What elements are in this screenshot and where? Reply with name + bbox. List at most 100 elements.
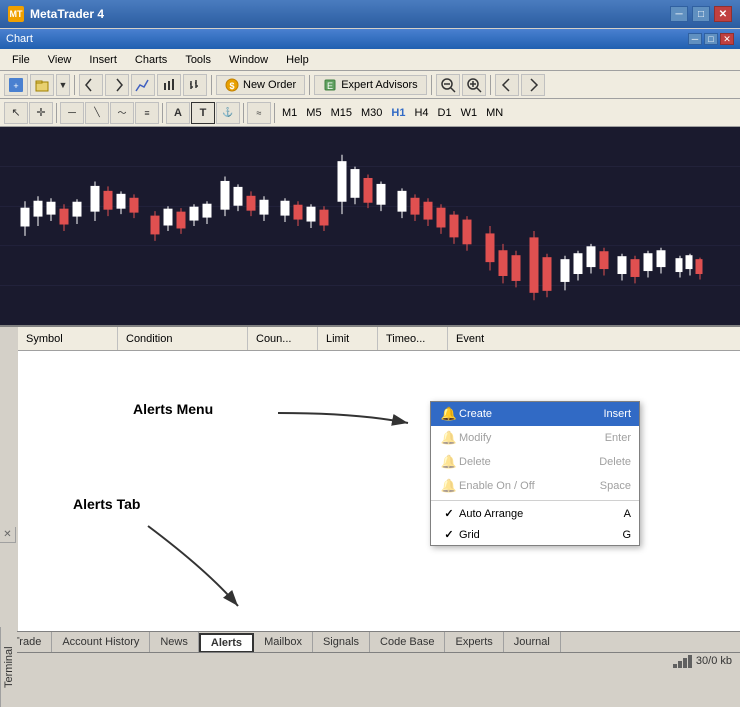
new-order-button[interactable]: $ New Order	[216, 75, 305, 95]
bar-4	[688, 655, 692, 668]
tool-anchor[interactable]: ⚓	[216, 102, 240, 124]
grid-shortcut: G	[622, 529, 631, 541]
toolbar-sep-1	[74, 75, 75, 95]
tool-crosshair[interactable]: ✛	[29, 102, 53, 124]
timeframe-h4[interactable]: H4	[410, 107, 432, 119]
tab-news[interactable]: News	[150, 632, 199, 652]
menu-help[interactable]: Help	[278, 52, 317, 68]
toolbar-sep-2	[211, 75, 212, 95]
tool-arrow[interactable]: ↖	[4, 102, 28, 124]
create-icon: 🔔	[439, 406, 459, 422]
delete-icon: 🔔	[439, 454, 459, 470]
menu-insert[interactable]: Insert	[81, 52, 125, 68]
context-menu-separator	[431, 500, 639, 501]
title-bar-controls: ─ □ ✕	[670, 6, 732, 22]
menu-window[interactable]: Window	[221, 52, 276, 68]
grid-label: Grid	[459, 529, 622, 541]
timeframe-m15[interactable]: M15	[327, 107, 356, 119]
terminal-body[interactable]: Alerts Menu 🔔 Create	[18, 351, 740, 631]
close-button[interactable]: ✕	[714, 6, 732, 22]
timeframe-d1[interactable]: D1	[434, 107, 456, 119]
tab-alerts[interactable]: Alerts	[199, 633, 254, 653]
bar-3	[683, 658, 687, 668]
tab-experts[interactable]: Experts	[445, 632, 503, 652]
toolbar-bar-chart[interactable]	[183, 74, 207, 96]
toolbar-indicators[interactable]	[131, 74, 155, 96]
toolbar-forward[interactable]	[105, 74, 129, 96]
terminal-x-button[interactable]: ✕	[0, 527, 16, 543]
menu-file[interactable]: File	[4, 52, 38, 68]
col-count: Coun...	[248, 327, 318, 350]
tool-zigzag[interactable]: 〜	[110, 102, 134, 124]
toolbar-open[interactable]	[30, 74, 54, 96]
menu-bar: File View Insert Charts Tools Window Hel…	[0, 49, 740, 71]
tab-code-base[interactable]: Code Base	[370, 632, 445, 652]
tool-hline[interactable]: ─	[60, 102, 84, 124]
expert-advisors-button[interactable]: E Expert Advisors	[314, 75, 426, 95]
modify-shortcut: Enter	[605, 432, 631, 444]
toolbar-back[interactable]	[79, 74, 103, 96]
toolbar-sep-4	[431, 75, 432, 95]
col-symbol: Symbol	[18, 327, 118, 350]
create-label: Create	[459, 408, 603, 420]
toolbar-scroll-right[interactable]	[521, 74, 545, 96]
tab-signals[interactable]: Signals	[313, 632, 370, 652]
chart-wrapper	[0, 127, 740, 327]
inner-close[interactable]: ✕	[720, 33, 734, 45]
context-menu-delete: 🔔 Delete Delete	[431, 450, 639, 474]
timeframe-m30[interactable]: M30	[357, 107, 386, 119]
tool-trendline[interactable]: ╲	[85, 102, 109, 124]
timeframe-h1[interactable]: H1	[387, 107, 409, 119]
toolbar-zoom-in[interactable]	[462, 74, 486, 96]
terminal-content: Symbol Condition Coun... Limit Timeo... …	[18, 327, 740, 631]
tool-fibonacci[interactable]: ≈	[247, 102, 271, 124]
status-indicator: 30/0 kb	[673, 655, 732, 668]
context-menu-auto-arrange[interactable]: ✓ Auto Arrange A	[431, 503, 639, 524]
maximize-button[interactable]: □	[692, 6, 710, 22]
status-bar: 30/0 kb	[0, 652, 740, 669]
context-menu-modify: 🔔 Modify Enter	[431, 426, 639, 450]
tool-text-T[interactable]: T	[191, 102, 215, 124]
context-menu-grid[interactable]: ✓ Grid G	[431, 524, 639, 545]
alerts-menu-label: Alerts Menu	[133, 401, 213, 417]
app-icon: MT	[8, 6, 24, 22]
modify-label: Modify	[459, 432, 605, 444]
toolbar-scroll-left[interactable]	[495, 74, 519, 96]
toolbar-zoom-out[interactable]	[436, 74, 460, 96]
toolbar-sep-5	[490, 75, 491, 95]
inner-title-bar: Chart ─ □ ✕	[0, 29, 740, 49]
auto-arrange-shortcut: A	[624, 508, 631, 520]
inner-minimize[interactable]: ─	[688, 33, 702, 45]
draw-sep-3	[243, 103, 244, 123]
draw-sep-1	[56, 103, 57, 123]
col-limit: Limit	[318, 327, 378, 350]
enable-shortcut: Space	[600, 480, 631, 492]
toolbar-dropdown[interactable]: ▼	[56, 74, 70, 96]
timeframe-m1[interactable]: M1	[278, 107, 301, 119]
tool-channel[interactable]: ≡	[135, 102, 159, 124]
title-bar: MT MetaTrader 4 ─ □ ✕	[0, 0, 740, 28]
tab-journal[interactable]: Journal	[504, 632, 561, 652]
context-menu-create[interactable]: 🔔 Create Insert	[431, 402, 639, 426]
candlestick-chart	[0, 127, 740, 325]
enable-label: Enable On / Off	[459, 480, 600, 492]
menu-tools[interactable]: Tools	[177, 52, 219, 68]
tab-mailbox[interactable]: Mailbox	[254, 632, 313, 652]
toolbar-new-chart[interactable]: +	[4, 74, 28, 96]
menu-charts[interactable]: Charts	[127, 52, 175, 68]
bar-2	[678, 661, 682, 668]
status-text: 30/0 kb	[696, 655, 732, 667]
timeframe-m5[interactable]: M5	[302, 107, 325, 119]
svg-text:+: +	[13, 81, 18, 91]
bar-1	[673, 664, 677, 668]
inner-maximize[interactable]: □	[704, 33, 718, 45]
tool-text-A[interactable]: A	[166, 102, 190, 124]
tab-account-history[interactable]: Account History	[52, 632, 150, 652]
minimize-button[interactable]: ─	[670, 6, 688, 22]
timeframe-mn[interactable]: MN	[482, 107, 507, 119]
timeframe-w1[interactable]: W1	[457, 107, 482, 119]
menu-view[interactable]: View	[40, 52, 80, 68]
context-menu-enable: 🔔 Enable On / Off Space	[431, 474, 639, 498]
chart-area[interactable]	[0, 127, 740, 327]
toolbar-chart-type[interactable]	[157, 74, 181, 96]
